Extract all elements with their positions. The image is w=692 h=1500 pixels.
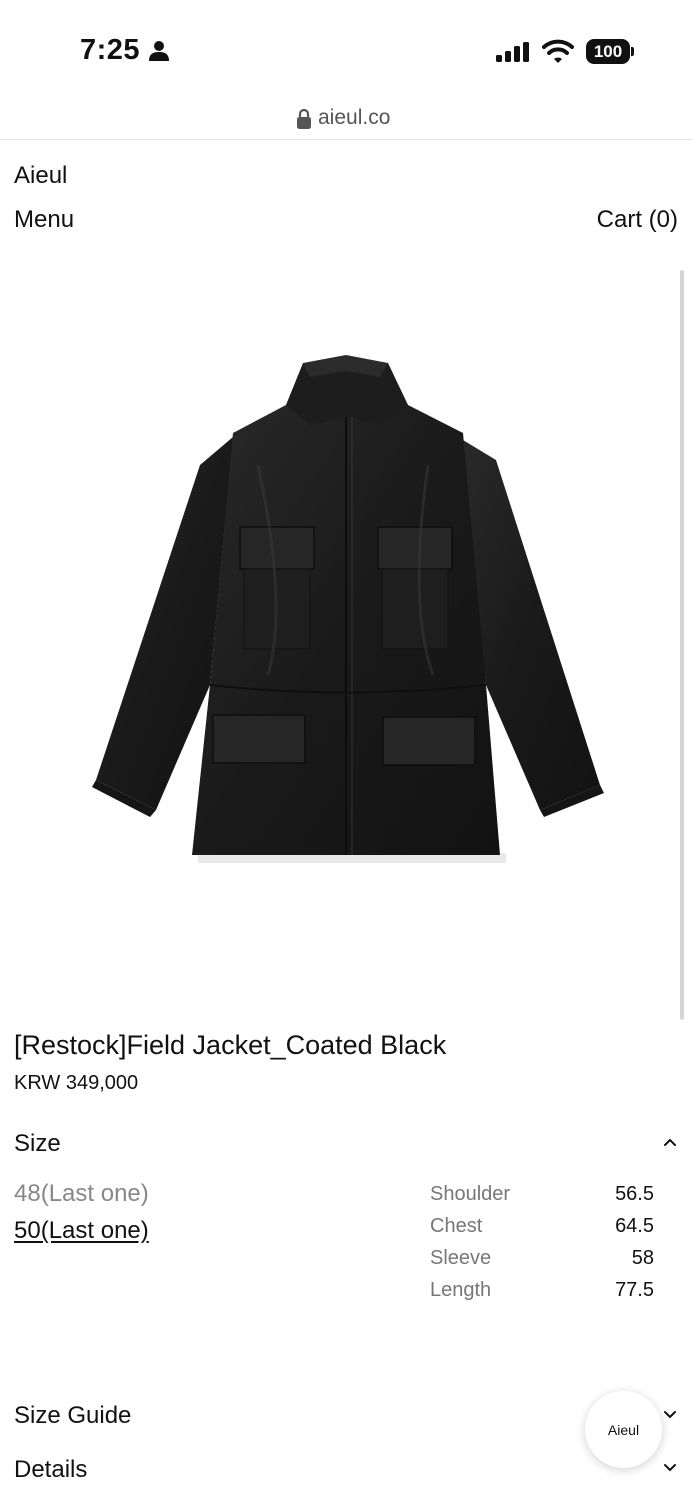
status-time: 7:25 <box>80 34 141 66</box>
product-price: KRW 349,000 <box>14 1072 139 1094</box>
details-accordion[interactable]: Details <box>14 1456 87 1484</box>
size-option-48[interactable]: 48(Last one) <box>14 1180 149 1208</box>
size-guide-accordion[interactable]: Size Guide <box>14 1402 131 1430</box>
signal-icon <box>496 42 529 62</box>
chevron-down-icon[interactable] <box>662 1409 678 1421</box>
measurement-label: Shoulder <box>430 1183 511 1205</box>
size-heading[interactable]: Size <box>14 1130 61 1158</box>
chevron-up-icon[interactable] <box>662 1136 678 1148</box>
url-text[interactable]: aieul.co <box>318 106 390 130</box>
battery-icon: 100 <box>586 39 634 64</box>
measurement-row: Sleeve 58 <box>430 1247 654 1279</box>
measurement-row: Length 77.5 <box>430 1279 654 1311</box>
measurement-label: Chest <box>430 1215 483 1237</box>
menu-button[interactable]: Menu <box>14 206 74 234</box>
person-icon <box>149 41 169 61</box>
battery-level: 100 <box>586 39 630 64</box>
chevron-down-icon[interactable] <box>662 1462 678 1474</box>
cart-button[interactable]: Cart (0) <box>597 206 678 234</box>
measurement-row: Chest 64.5 <box>430 1215 654 1247</box>
measurement-label: Length <box>430 1279 492 1301</box>
product-title: [Restock]Field Jacket_Coated Black <box>14 1030 447 1060</box>
scrollbar[interactable] <box>680 270 684 1020</box>
measurement-value: 58 <box>631 1247 654 1269</box>
status-bar: 7:25 100 <box>0 0 692 100</box>
wifi-icon <box>542 39 574 63</box>
measurement-label: Sleeve <box>430 1247 492 1269</box>
size-option-50[interactable]: 50(Last one) <box>14 1217 149 1245</box>
measurement-value: 56.5 <box>615 1183 654 1205</box>
chat-float-button[interactable]: Aieul <box>585 1391 662 1468</box>
lock-icon <box>297 108 311 129</box>
measurement-value: 64.5 <box>615 1215 654 1237</box>
product-image[interactable] <box>88 355 608 875</box>
measurement-table: Shoulder 56.5 Chest 64.5 Sleeve 58 Lengt… <box>430 1183 654 1311</box>
url-bar[interactable]: aieul.co <box>0 100 692 140</box>
chat-float-label: Aieul <box>607 1421 640 1438</box>
measurement-row: Shoulder 56.5 <box>430 1183 654 1215</box>
brand-logo[interactable]: Aieul <box>14 162 67 190</box>
measurement-value: 77.5 <box>615 1279 654 1301</box>
